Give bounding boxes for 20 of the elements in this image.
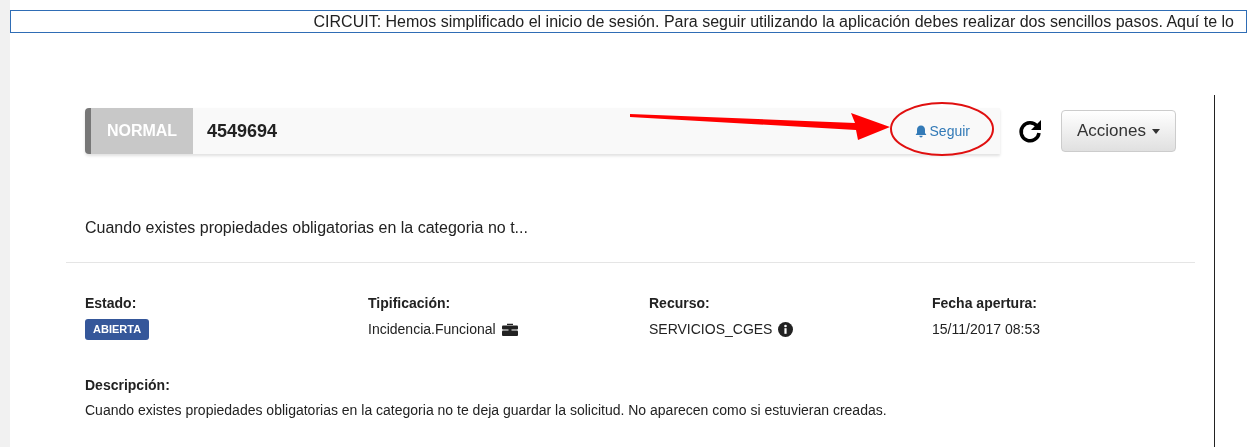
description-label: Descripción: [85,376,171,395]
field-label: Fecha apertura: [932,294,1039,313]
caret-icon [1152,128,1160,134]
ticket-number: 4549694 [207,119,278,143]
actions-dropdown-button[interactable]: Acciones [1061,110,1176,152]
field-label: Estado: [85,294,138,313]
field-value: Incidencia.Funcional [368,320,496,339]
refresh-icon[interactable] [1017,118,1043,144]
field-value: SERVICIOS_CGES [649,320,773,339]
announcement-text: CIRCUIT: Hemos simplificado el inicio de sesión. Para seguir utilizando la aplicación debes realizar dos sencillos pasos. Aquí te lo [313,11,1234,32]
info-icon [778,322,794,337]
follow-link[interactable]: Seguir [914,120,970,142]
description-text: Cuando existes propiedades obligatorias en la categoria no te deja guardar la solicitud. No aparecen como si estuvieran creadas. [85,401,888,420]
field-label: Tipificación: [368,294,452,313]
ticket-title: Cuando existes propiedades obligatorias en la categoria no t... [85,218,529,238]
briefcase-icon [501,323,518,336]
field-value: 15/11/2017 08:53 [932,320,1040,339]
field-label: Recurso: [649,294,711,313]
status-badge: ABIERTA [85,319,150,340]
bell-icon [914,124,927,138]
